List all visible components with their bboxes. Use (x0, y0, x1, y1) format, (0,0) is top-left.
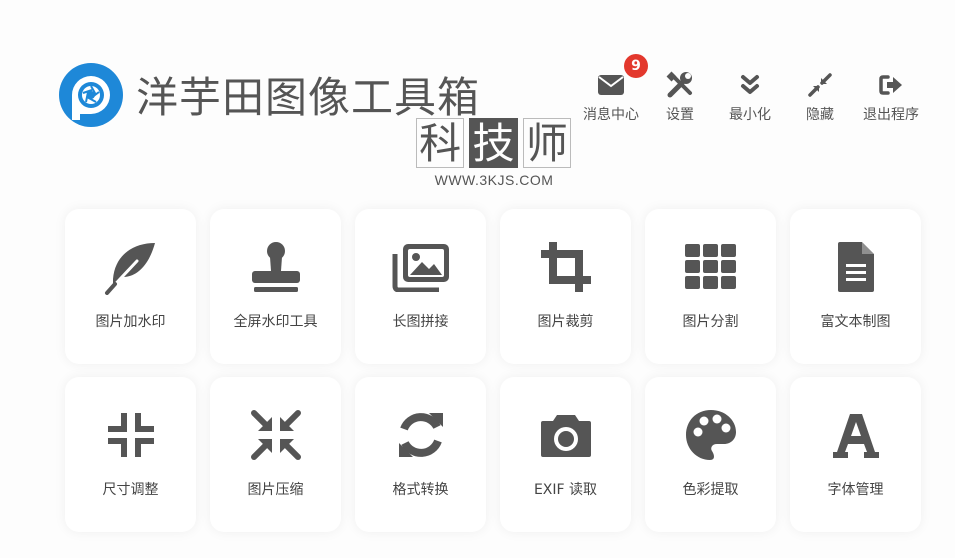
tool-card-label: 格式转换 (392, 482, 449, 498)
tool-card-image-compress[interactable]: 图片压缩 (210, 377, 341, 532)
tools-icon (666, 71, 692, 98)
compress-icon (107, 413, 154, 457)
font-icon (832, 414, 879, 458)
tool-card-label: 长图拼接 (392, 314, 449, 330)
tool-card-image-split[interactable]: 图片分割 (645, 209, 776, 364)
tool-card-label: 色彩提取 (682, 482, 739, 498)
site-watermark: 科 技 师 WWW.3KJS.COM (416, 118, 576, 194)
hide-button[interactable]: 隐藏 (800, 70, 840, 124)
minimize-button[interactable]: 最小化 (722, 70, 778, 124)
tool-card-font-manage[interactable]: 字体管理 (790, 377, 921, 532)
minimize-label: 最小化 (729, 107, 771, 123)
sign-out-icon (879, 75, 902, 95)
app-window: 洋芋田图像工具箱 9 消息中心 设置 最小化 隐藏 退出程序 科 技 师 WWW… (0, 0, 955, 558)
settings-button[interactable]: 设置 (660, 70, 700, 124)
tool-card-label: 富文本制图 (820, 314, 891, 330)
hide-label: 隐藏 (806, 107, 834, 123)
tool-card-label: 字体管理 (827, 482, 884, 498)
tool-card-add-watermark[interactable]: 图片加水印 (65, 209, 196, 364)
watermark-url: WWW.3KJS.COM (434, 172, 554, 188)
tool-card-label: EXIF 读取 (533, 482, 598, 498)
watermark-char: 技 (469, 118, 518, 168)
exit-label: 退出程序 (863, 107, 919, 123)
tool-card-label: 图片加水印 (95, 314, 166, 330)
tool-card-label: 图片裁剪 (537, 314, 594, 330)
grid-icon (684, 244, 736, 289)
tool-card-format-convert[interactable]: 格式转换 (355, 377, 486, 532)
tool-card-label: 尺寸调整 (102, 482, 159, 498)
watermark-char: 科 (416, 118, 465, 168)
exit-button[interactable]: 退出程序 (858, 70, 924, 124)
tool-card-resize[interactable]: 尺寸调整 (65, 377, 196, 532)
camera-icon (540, 415, 591, 457)
images-icon (392, 244, 449, 292)
settings-label: 设置 (666, 107, 694, 123)
document-icon (837, 242, 874, 292)
envelope-icon (598, 75, 624, 95)
tool-card-long-image-stitch[interactable]: 长图拼接 (355, 209, 486, 364)
tool-card-label: 图片压缩 (247, 482, 304, 498)
feather-icon (104, 243, 155, 295)
compress-arrows-icon (250, 410, 301, 460)
tool-card-fullscreen-watermark[interactable]: 全屏水印工具 (210, 209, 341, 364)
message-count-badge: 9 (624, 54, 648, 78)
stamp-icon (251, 242, 300, 292)
compress-arrows-icon (808, 73, 832, 97)
message-center-label: 消息中心 (583, 107, 639, 123)
double-chevron-down-icon (741, 75, 759, 94)
palette-icon (685, 410, 736, 460)
tool-card-exif-read[interactable]: EXIF 读取 (500, 377, 631, 532)
crop-icon (540, 242, 591, 292)
message-center-button[interactable]: 9 消息中心 (578, 54, 648, 124)
watermark-char: 师 (522, 118, 571, 168)
tool-card-label: 全屏水印工具 (233, 314, 318, 330)
sync-icon (398, 413, 443, 457)
tool-card-color-extract[interactable]: 色彩提取 (645, 377, 776, 532)
tool-card-rich-text-image[interactable]: 富文本制图 (790, 209, 921, 364)
tool-card-label: 图片分割 (682, 314, 739, 330)
app-logo-icon (58, 62, 124, 128)
tool-card-image-crop[interactable]: 图片裁剪 (500, 209, 631, 364)
